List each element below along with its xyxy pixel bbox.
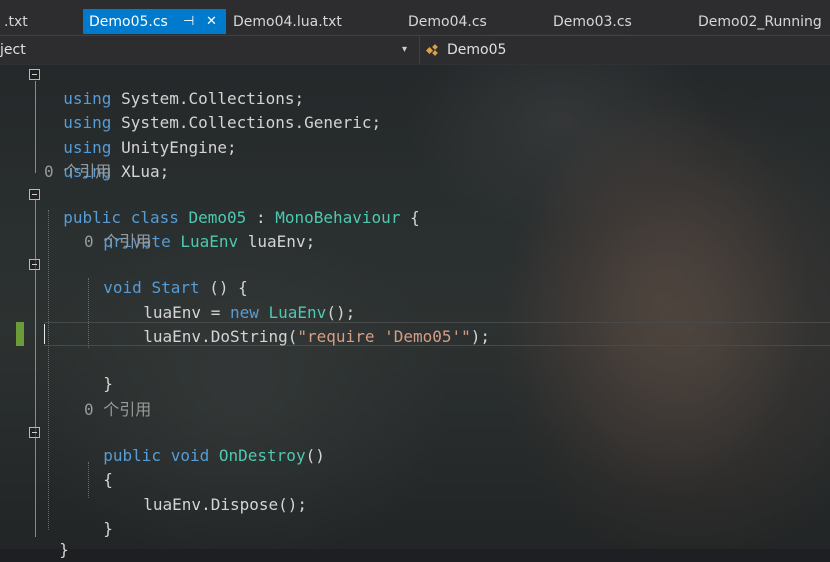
- chevron-down-icon[interactable]: ▾: [402, 36, 407, 64]
- collapse-toggle[interactable]: [29, 189, 40, 200]
- tab-demo05-cs[interactable]: Demo05.cs ⊣ ✕: [83, 9, 226, 34]
- codelens-reference-count[interactable]: 0 个引用: [84, 230, 151, 254]
- outline-guide: [35, 81, 36, 173]
- code-line[interactable]: void Start () {: [84, 252, 248, 297]
- codelens-reference-count[interactable]: 0 个引用: [44, 160, 111, 184]
- code-text: XLua;: [111, 162, 170, 181]
- project-dropdown[interactable]: ject ▾: [0, 36, 418, 64]
- code-text: {: [400, 208, 420, 227]
- code-text: {: [103, 470, 113, 489]
- code-text: luaEnv;: [238, 232, 316, 251]
- code-text: }: [59, 540, 69, 559]
- tab-demo04-cs[interactable]: Demo04.cs: [402, 9, 542, 34]
- document-tab-strip: .txt Demo05.cs ⊣ ✕ Demo04.lua.txt Demo04…: [0, 0, 830, 34]
- changed-line-marker: [16, 322, 24, 346]
- code-line[interactable]: luaEnv = new LuaEnv();: [124, 277, 355, 322]
- codelens-reference-count[interactable]: 0 个引用: [84, 398, 151, 422]
- code-line[interactable]: luaEnv.DoString("require 'Demo05'");: [124, 301, 490, 346]
- class-name-label: Demo05: [447, 42, 507, 58]
- code-line[interactable]: }: [84, 493, 113, 538]
- code-line[interactable]: {: [84, 444, 113, 489]
- outline-guide: [35, 438, 36, 514]
- code-line[interactable]: luaEnv.Dispose();: [124, 469, 307, 514]
- close-icon[interactable]: ✕: [206, 9, 217, 34]
- pin-icon[interactable]: ⊣: [183, 9, 194, 34]
- tab-lua-txt[interactable]: .txt: [0, 9, 78, 34]
- navigation-bar: ject ▾ Demo05: [0, 35, 830, 65]
- collapse-toggle[interactable]: [29, 69, 40, 80]
- tab-demo04-lua-txt[interactable]: Demo04.lua.txt: [227, 9, 397, 34]
- code-line[interactable]: private LuaEnv luaEnv;: [84, 206, 315, 251]
- code-line[interactable]: using System.Collections.Generic;: [44, 87, 381, 132]
- project-dropdown-label: ject: [0, 42, 26, 58]
- code-line[interactable]: }: [40, 514, 69, 559]
- text-caret: [44, 324, 45, 344]
- tab-label: Demo05.cs: [89, 14, 168, 30]
- collapse-toggle[interactable]: [29, 259, 40, 270]
- outline-guide: [35, 270, 36, 374]
- code-line[interactable]: using System.Collections;: [44, 63, 304, 108]
- code-line[interactable]: public class Demo05 : MonoBehaviour {: [44, 182, 419, 227]
- code-text: (): [305, 446, 325, 465]
- tab-label: Demo02_Running: [698, 14, 822, 30]
- method-name: OnDestroy: [218, 446, 306, 465]
- tab-label: Demo04.cs: [408, 14, 487, 30]
- tab-demo02-running[interactable]: Demo02_Running: [692, 9, 830, 34]
- tab-label: .txt: [4, 14, 28, 30]
- code-line[interactable]: public void OnDestroy(): [84, 420, 325, 465]
- keyword: void: [170, 446, 210, 465]
- tab-label: Demo03.cs: [553, 14, 632, 30]
- tab-label: Demo04.lua.txt: [233, 14, 342, 30]
- code-text: }: [103, 519, 113, 538]
- code-text: );: [470, 327, 491, 346]
- collapse-toggle[interactable]: [29, 427, 40, 438]
- code-line[interactable]: using XLua;: [44, 136, 169, 181]
- class-icon: [426, 44, 438, 56]
- code-line[interactable]: using UnityEngine;: [44, 112, 236, 157]
- code-line[interactable]: }: [84, 348, 113, 393]
- code-text: }: [103, 374, 113, 393]
- indent-guide: [48, 210, 49, 530]
- type-name: LuaEnv: [180, 232, 239, 251]
- code-text: luaEnv.DoString(: [143, 327, 298, 346]
- code-text: luaEnv.Dispose();: [143, 495, 308, 514]
- tab-demo03-cs[interactable]: Demo03.cs: [547, 9, 687, 34]
- type-dropdown[interactable]: Demo05: [419, 36, 830, 64]
- string-literal: "require 'Demo05'": [297, 327, 471, 346]
